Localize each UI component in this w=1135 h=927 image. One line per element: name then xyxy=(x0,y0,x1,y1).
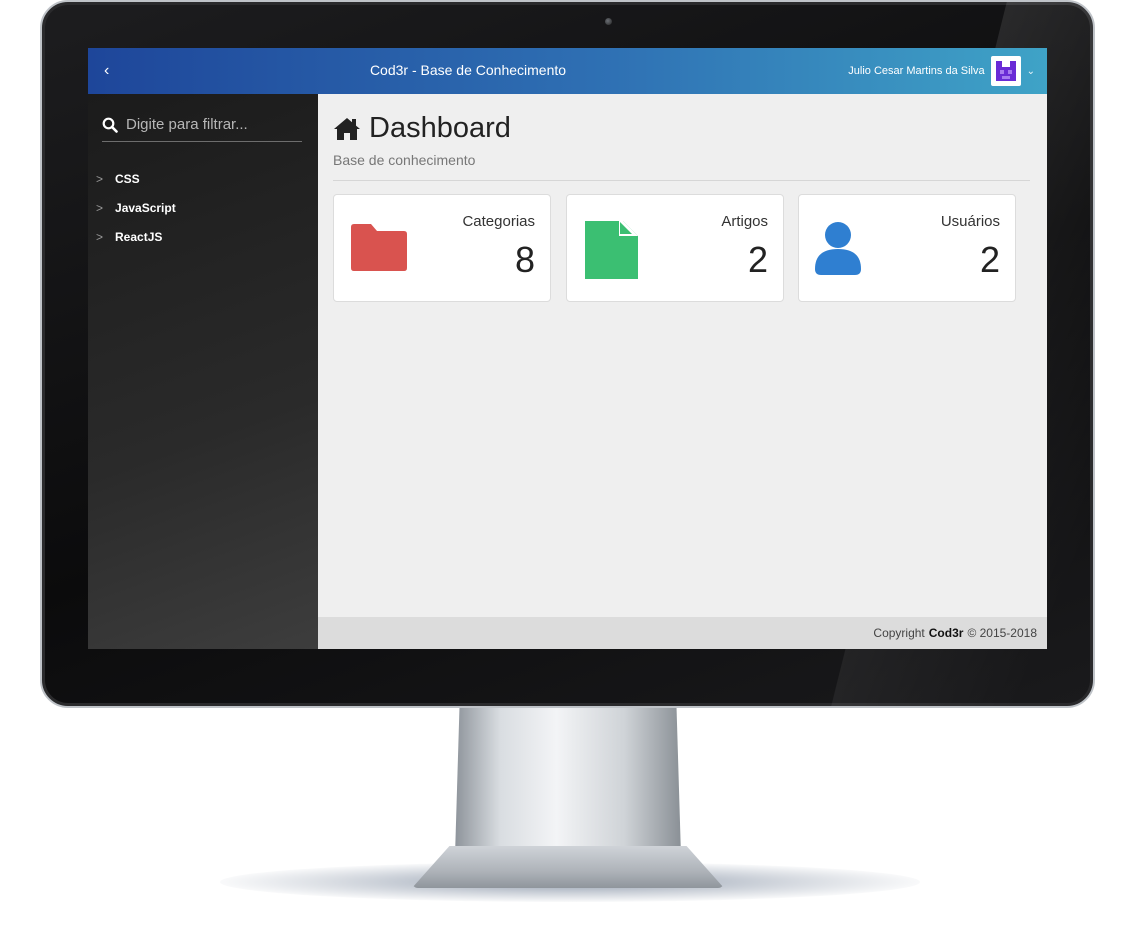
stat-card-usuarios: Usuários 2 xyxy=(798,194,1016,302)
home-icon xyxy=(334,117,360,140)
tree-item-label: ReactJS xyxy=(115,229,163,244)
user-icon xyxy=(815,222,861,275)
chevron-left-icon: ‹ xyxy=(104,62,110,79)
tree-item-css[interactable]: > CSS xyxy=(96,164,176,193)
stat-label: Artigos xyxy=(721,213,768,230)
stat-card-categorias: Categorias 8 xyxy=(333,194,551,302)
filter-box xyxy=(102,108,302,142)
monitor-stand-base xyxy=(412,846,724,888)
file-icon xyxy=(585,221,638,279)
app-footer: Copyright Cod3r © 2015-2018 xyxy=(318,617,1047,649)
stat-label: Categorias xyxy=(462,213,535,230)
app-screen: ‹ Cod3r - Base de Conhecimento Julio Ces… xyxy=(88,48,1047,649)
sidebar: > CSS > JavaScript > ReactJS xyxy=(88,94,318,649)
footer-suffix: © 2015-2018 xyxy=(967,626,1037,640)
stat-label: Usuários xyxy=(940,213,1000,230)
app-title: Cod3r - Base de Conhecimento xyxy=(369,62,567,78)
chevron-right-icon: > xyxy=(96,229,104,244)
main-content: Dashboard Base de conhecimento Categoria… xyxy=(318,94,1047,617)
app-header: ‹ Cod3r - Base de Conhecimento Julio Ces… xyxy=(88,48,1047,94)
category-tree: > CSS > JavaScript > ReactJS xyxy=(96,164,176,251)
folder-icon xyxy=(351,224,407,271)
stat-value: 2 xyxy=(979,239,1000,280)
tree-item-javascript[interactable]: > JavaScript xyxy=(96,193,176,222)
stat-value: 2 xyxy=(747,239,768,280)
sidebar-toggle-button[interactable]: ‹ xyxy=(104,60,124,82)
tree-item-label: JavaScript xyxy=(115,200,176,215)
page-title-text: Dashboard xyxy=(369,112,511,144)
user-menu[interactable]: Julio Cesar Martins da Silva ⌄ xyxy=(848,56,1035,86)
page-subtitle: Base de conhecimento xyxy=(333,152,476,168)
search-icon xyxy=(102,117,118,133)
footer-prefix: Copyright xyxy=(873,626,925,640)
chevron-right-icon: > xyxy=(96,200,104,215)
filter-input[interactable] xyxy=(126,116,286,133)
footer-brand: Cod3r xyxy=(928,626,964,640)
camera-icon xyxy=(605,18,612,25)
title-divider xyxy=(333,180,1030,181)
chevron-right-icon: > xyxy=(96,171,104,186)
avatar xyxy=(990,56,1021,86)
tree-item-reactjs[interactable]: > ReactJS xyxy=(96,222,176,251)
monitor-stand xyxy=(455,706,681,856)
user-name: Julio Cesar Martins da Silva xyxy=(848,65,985,77)
page-title: Dashboard xyxy=(333,112,511,145)
stat-card-artigos: Artigos 2 xyxy=(566,194,784,302)
tree-item-label: CSS xyxy=(115,171,140,186)
monitor-mockup: ‹ Cod3r - Base de Conhecimento Julio Ces… xyxy=(0,0,1135,927)
chevron-down-icon: ⌄ xyxy=(1026,65,1035,77)
stat-value: 8 xyxy=(514,239,535,280)
avatar-identicon-icon xyxy=(995,61,1016,81)
